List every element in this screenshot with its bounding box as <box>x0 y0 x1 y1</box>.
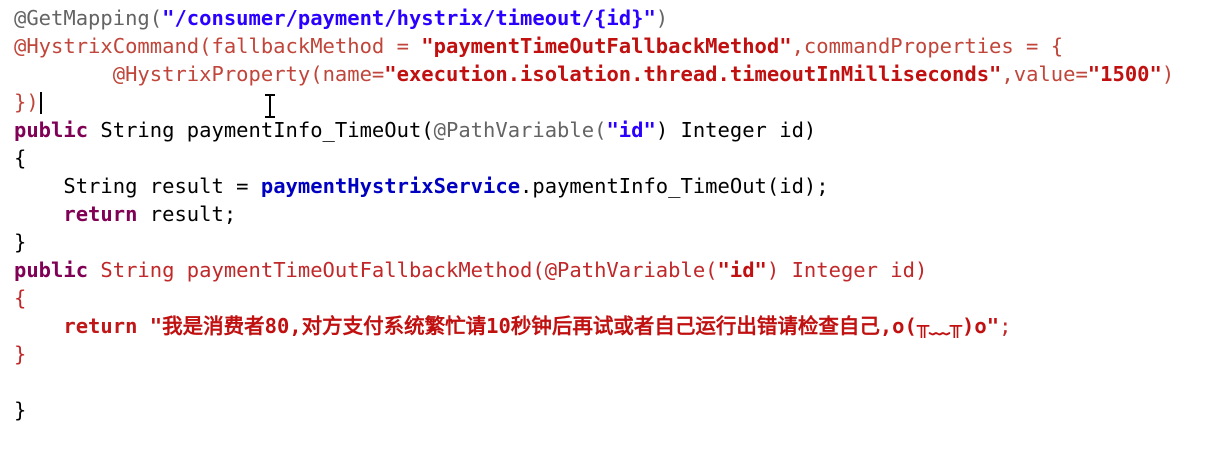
code-line-13: } <box>14 340 1219 368</box>
property-close: ) <box>1161 62 1175 86</box>
service-call: .paymentInfo_TimeOut(id); <box>520 174 829 198</box>
code-line-6: { <box>14 144 1219 172</box>
property-value-label: ,value= <box>1001 62 1088 86</box>
public-keyword: public <box>14 258 89 282</box>
method-signature: String paymentInfo_TimeOut( <box>88 118 434 142</box>
text-cursor <box>39 92 42 114</box>
annotation-block-close: }) <box>14 90 39 114</box>
code-line-8: return result; <box>14 200 1219 228</box>
class-close-brace: } <box>14 398 27 422</box>
code-line-11: { <box>14 284 1219 312</box>
open-brace: { <box>14 286 27 310</box>
mapping-path-string: "/consumer/payment/hystrix/timeout/{id}" <box>162 6 656 30</box>
return-value: result; <box>137 202 237 226</box>
command-properties-text: ,commandProperties = { <box>791 34 1064 58</box>
code-line-15: } <box>14 396 1219 424</box>
code-line-5: public String paymentInfo_TimeOut(@PathV… <box>14 116 1219 144</box>
method-params: ) Integer id) <box>766 258 928 282</box>
open-brace: { <box>14 146 27 170</box>
code-line-12: return "我是消费者80,对方支付系统繁忙请10秒钟后再试或者自己运行出错… <box>14 312 1219 340</box>
code-editor[interactable]: @GetMapping("/consumer/payment/hystrix/t… <box>0 0 1219 454</box>
close-brace: } <box>14 342 27 366</box>
semicolon: ; <box>999 314 1012 338</box>
property-name-string: "execution.isolation.thread.timeoutInMil… <box>384 62 1002 86</box>
code-line-3: @HystrixProperty(name="execution.isolati… <box>14 60 1219 88</box>
code-line-9: } <box>14 228 1219 256</box>
annotation-close: ) <box>655 6 669 30</box>
close-brace: } <box>14 230 27 254</box>
getmapping-annotation: @GetMapping( <box>14 6 163 30</box>
code-line-7: String result = paymentHystrixService.pa… <box>14 172 1219 200</box>
fallback-method-signature: String paymentTimeOutFallbackMethod( <box>88 258 545 282</box>
method-params: ) Integer id) <box>655 118 817 142</box>
return-keyword: return <box>63 314 138 338</box>
public-keyword: public <box>14 118 89 142</box>
service-field: paymentHystrixService <box>260 174 521 198</box>
code-line-2: @HystrixCommand(fallbackMethod = "paymen… <box>14 32 1219 60</box>
code-line-4: }) <box>14 88 1219 116</box>
pathvariable-annotation: @PathVariable( <box>433 118 607 142</box>
result-declaration: String result = <box>63 174 261 198</box>
hystrixcommand-annotation: @HystrixCommand(fallbackMethod = <box>14 34 422 58</box>
fallback-message-string: "我是消费者80,对方支付系统繁忙请10秒钟后再试或者自己运行出错请检查自己,o… <box>149 314 1000 338</box>
code-line-10: public String paymentTimeOutFallbackMeth… <box>14 256 1219 284</box>
ibeam-cursor-icon <box>264 94 276 118</box>
property-value-string: "1500" <box>1087 62 1162 86</box>
pathvariable-annotation: @PathVariable( <box>544 258 718 282</box>
pathvariable-arg: "id" <box>717 258 767 282</box>
pathvariable-arg: "id" <box>606 118 656 142</box>
hystrixproperty-annotation: @HystrixProperty(name= <box>112 62 385 86</box>
return-keyword: return <box>63 202 138 226</box>
code-line-1: @GetMapping("/consumer/payment/hystrix/t… <box>14 4 1219 32</box>
fallback-method-string: "paymentTimeOutFallbackMethod" <box>421 34 792 58</box>
